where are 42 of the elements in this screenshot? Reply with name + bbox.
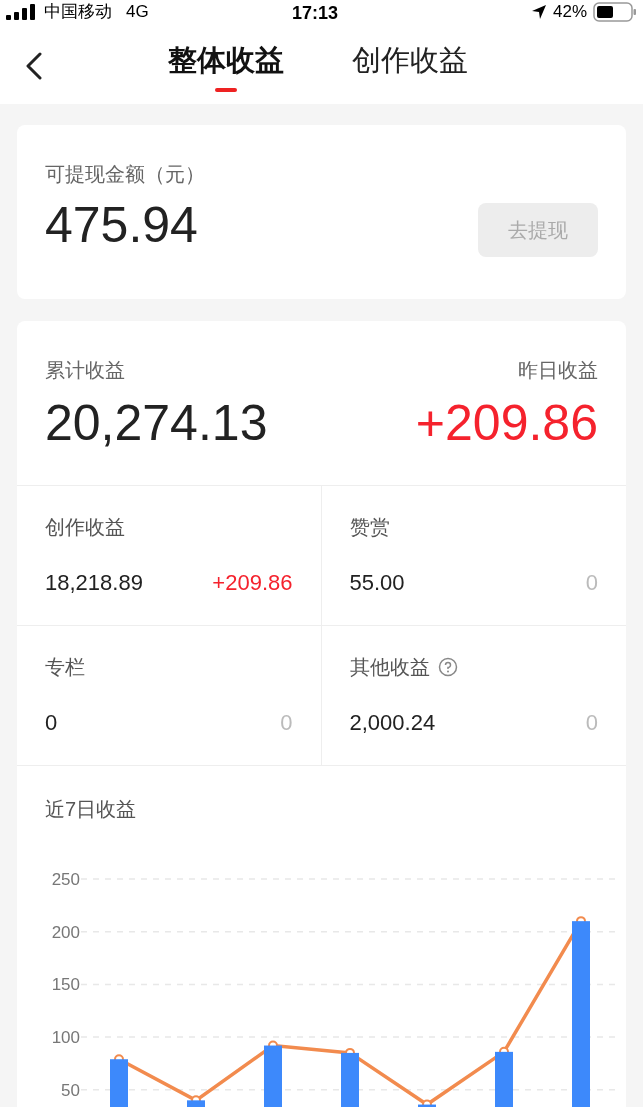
battery-percent: 42% [552, 1, 587, 24]
tab-indicator [215, 88, 237, 92]
earnings-category-label: 创作收益 [45, 515, 125, 540]
chart-bar [341, 1052, 359, 1107]
chart-bar [418, 1104, 436, 1107]
tab[interactable]: 整体收益 [168, 42, 284, 92]
yesterday-earnings-value: +209.86 [415, 394, 598, 453]
yesterday-earnings-label: 昨日收益 [518, 358, 598, 383]
chart-title: 近7日收益 [44, 797, 138, 822]
earnings-category-label: 专栏 [45, 655, 85, 680]
earnings-category-value: 0 [45, 709, 58, 737]
chart-bar [110, 1059, 128, 1107]
total-earnings-label: 累计收益 [45, 358, 126, 383]
axis-tick-label: 150 [51, 975, 80, 995]
help-icon[interactable] [437, 657, 458, 677]
total-earnings-value: 20,274.13 [45, 394, 268, 453]
chart-bar [495, 1051, 513, 1107]
axis-tick-label: 50 [61, 1080, 80, 1100]
tab[interactable]: 创作收益 [352, 42, 468, 92]
signal-icon [6, 4, 38, 20]
earnings-category-label: 其他收益 [349, 655, 430, 680]
earnings-category-value: 2,000.24 [349, 709, 436, 737]
earnings-change: 0 [280, 709, 293, 737]
clock: 17:13 [292, 2, 339, 25]
balance-label: 可提现金额（元） [45, 162, 206, 187]
chart-bar [187, 1100, 205, 1107]
balance-amount: 475.94 [45, 196, 198, 255]
earnings-category-value: 55.00 [349, 569, 405, 597]
earnings-change: 0 [585, 569, 598, 597]
back-icon[interactable] [24, 52, 44, 80]
network-type: 4G [126, 1, 149, 24]
earnings-category-value: 18,218.89 [45, 569, 143, 597]
chart-bar [264, 1045, 282, 1107]
location-arrow-icon [530, 4, 547, 20]
earnings-change: +209.86 [212, 569, 293, 597]
carrier-name: 中国移动 [44, 1, 112, 24]
axis-tick-label: 200 [51, 922, 80, 942]
earnings-change: 0 [585, 709, 598, 737]
battery-icon [593, 2, 637, 22]
earnings-category-label: 赞赏 [349, 515, 390, 540]
axis-tick-label: 100 [51, 1028, 80, 1048]
axis-tick-label: 250 [51, 870, 80, 889]
